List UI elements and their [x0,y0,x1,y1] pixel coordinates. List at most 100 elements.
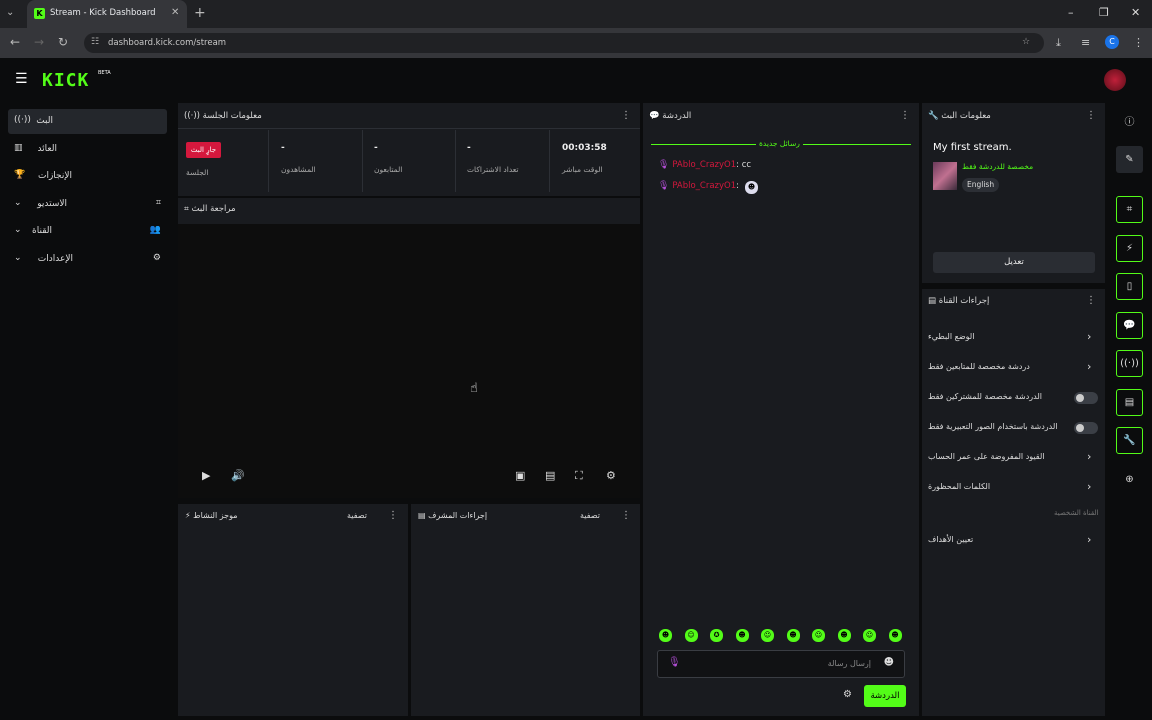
quick-emote-icon[interactable]: ☺ [863,629,876,642]
chevron-right-icon[interactable]: › [1087,330,1091,343]
kick-logo[interactable]: KICK [42,70,89,91]
channel-actions-menu-icon[interactable]: ⋮ [1086,295,1096,306]
activity-menu-icon[interactable]: ⋮ [388,510,398,521]
chevron-right-icon[interactable]: › [1087,533,1091,546]
chevron-right-icon[interactable]: › [1087,360,1091,373]
hamburger-menu-icon[interactable]: ☰ [15,71,28,87]
chevron-right-icon[interactable]: › [1087,450,1091,463]
category-thumbnail [933,162,957,190]
extensions-icon[interactable]: ≡ [1081,36,1090,49]
new-tab-icon[interactable]: + [194,5,206,21]
subscribers-only-toggle[interactable] [1074,392,1098,404]
sidebar-item-label: القناة [32,226,52,236]
mini-player-icon[interactable]: ▣ [515,469,525,482]
sidebar-item-channel[interactable]: ⌄ القناة 👥 [8,219,167,244]
minimize-icon[interactable]: – [1068,6,1074,19]
chat-username[interactable]: PAblo_CrazyO1 [672,181,736,191]
browser-profile-avatar[interactable]: C [1105,35,1119,49]
action-account-age[interactable]: القيود المفروضة على عمر الحساب [928,452,1045,461]
quick-emote-icon[interactable]: ☺ [812,629,825,642]
channel-actions-title: إجراءات القناة [938,296,990,306]
studio-icon[interactable]: ⌗ [1116,196,1143,223]
chat-send-button[interactable]: الدردشة [864,685,906,707]
divider [362,130,363,192]
stat-label-session: الجلسة [186,168,209,177]
browser-tab[interactable]: K Stream - Kick Dashboard ✕ [27,0,187,28]
document-icon[interactable]: ▯ [1116,273,1143,300]
user-avatar[interactable] [1104,69,1126,91]
quick-emote-icon[interactable]: ☻ [735,629,749,642]
live-badge: جارٍ البث [186,142,221,158]
chat-username[interactable]: PAblo_CrazyO1 [672,160,736,170]
mod-actions-panel [411,504,640,716]
wrench-icon: 🔧 [928,111,939,121]
new-messages-label[interactable]: رسائل جديدة [756,139,803,148]
chat-panel [643,103,919,716]
wrench-icon[interactable]: 🔧 [1116,427,1143,454]
sidebar-item-stream[interactable]: ((·)) البث [8,109,167,134]
mod-log-icon: ▤ [418,511,426,520]
quick-emote-icon[interactable]: ☻ [888,629,902,642]
chat-settings-icon[interactable]: ⚙ [843,689,852,700]
maximize-icon[interactable]: ❐ [1099,6,1109,19]
sidebar-item-revenue[interactable]: ▥ العائد [8,137,167,162]
add-widget-icon[interactable]: ⊕ [1116,466,1143,493]
lightning-icon[interactable]: ⚡ [1116,235,1143,262]
volume-icon[interactable]: 🔊 [231,469,245,482]
fullscreen-icon[interactable]: ⛶ [575,469,583,483]
video-player[interactable] [178,224,640,498]
chat-bubble-icon[interactable]: 💬 [1116,312,1143,339]
session-menu-icon[interactable]: ⋮ [621,110,631,121]
activity-feed-header: ⚡ موجز النشاط [185,511,238,520]
tab-close-icon[interactable]: ✕ [171,7,179,18]
channel-actions-icon[interactable]: ▤ [1116,389,1143,416]
stat-label-followers: المتابعون [374,165,403,174]
chat-input[interactable]: 🎙 إرسال رسالة ☻ [657,650,905,678]
sidebar-item-studio[interactable]: ⌄ الاستديو ⌗ [8,192,167,217]
activity-feed-panel [178,504,408,716]
mod-menu-icon[interactable]: ⋮ [621,510,631,521]
activity-filter-button[interactable]: تصفية [347,511,367,520]
chevron-right-icon[interactable]: › [1087,480,1091,493]
action-set-goals[interactable]: تعيين الأهداف [928,535,973,544]
reload-icon[interactable]: ↻ [58,35,68,49]
play-icon[interactable]: ▶ [202,469,210,482]
quick-emote-icon[interactable]: ✪ [710,629,723,642]
chat-menu-icon[interactable]: ⋮ [900,110,910,121]
forward-icon[interactable]: → [34,35,44,49]
browser-menu-icon[interactable]: ⋮ [1133,36,1144,49]
quick-emote-icon[interactable]: ☺ [684,629,698,642]
quick-emote-icon[interactable]: ☻ [659,629,672,642]
edit-stream-button[interactable]: تعديل [933,252,1095,273]
sidebar-item-settings[interactable]: ⌄ الإعدادات ⚙ [8,247,167,272]
action-followers-only[interactable]: دردشة مخصصة للمتابعين فقط [928,362,1030,371]
bookmark-star-icon[interactable]: ☆ [1022,37,1030,47]
site-info-icon[interactable]: ☷ [91,37,99,47]
stream-category[interactable]: مخصصة للدردشة فقط [962,162,1033,171]
stream-info-menu-icon[interactable]: ⋮ [1086,110,1096,121]
action-banned-words[interactable]: الكلمات المحظورة [928,482,990,491]
player-settings-icon[interactable]: ⚙ [606,469,616,482]
mod-filter-button[interactable]: تصفية [580,511,600,520]
action-slow-mode[interactable]: الوضع البطيء [928,332,974,341]
window-close-icon[interactable]: ✕ [1131,6,1140,19]
theater-mode-icon[interactable]: ▤ [545,469,555,482]
url-bar[interactable]: ☷ dashboard.kick.com/stream ☆ [84,33,1044,53]
back-icon[interactable]: ← [10,35,20,49]
tab-search-chevron-icon[interactable]: ⌄ [6,7,14,18]
lightning-icon: ⚡ [185,511,191,520]
sidebar-item-achievements[interactable]: 🏆 الإنجازات [8,164,167,189]
quick-emote-icon[interactable]: ☻ [786,629,800,642]
download-icon[interactable]: ⤓ [1056,36,1061,50]
emote-only-toggle[interactable] [1074,422,1098,434]
pencil-icon[interactable]: ✎ [1116,146,1143,173]
broadcast-icon[interactable]: ((·)) [1116,350,1143,377]
cursor-hand-icon: ☝ [470,381,478,396]
channel-actions-icon: ▤ [928,296,937,306]
emoji-picker-icon[interactable]: ☻ [884,657,894,668]
quick-emote-icon[interactable]: ☺ [761,629,774,642]
chevron-down-icon: ⌄ [14,198,22,208]
preview-icon: ⌗ [184,204,189,214]
quick-emote-icon[interactable]: ☻ [837,629,851,642]
info-icon[interactable]: ⓘ [1116,109,1143,136]
